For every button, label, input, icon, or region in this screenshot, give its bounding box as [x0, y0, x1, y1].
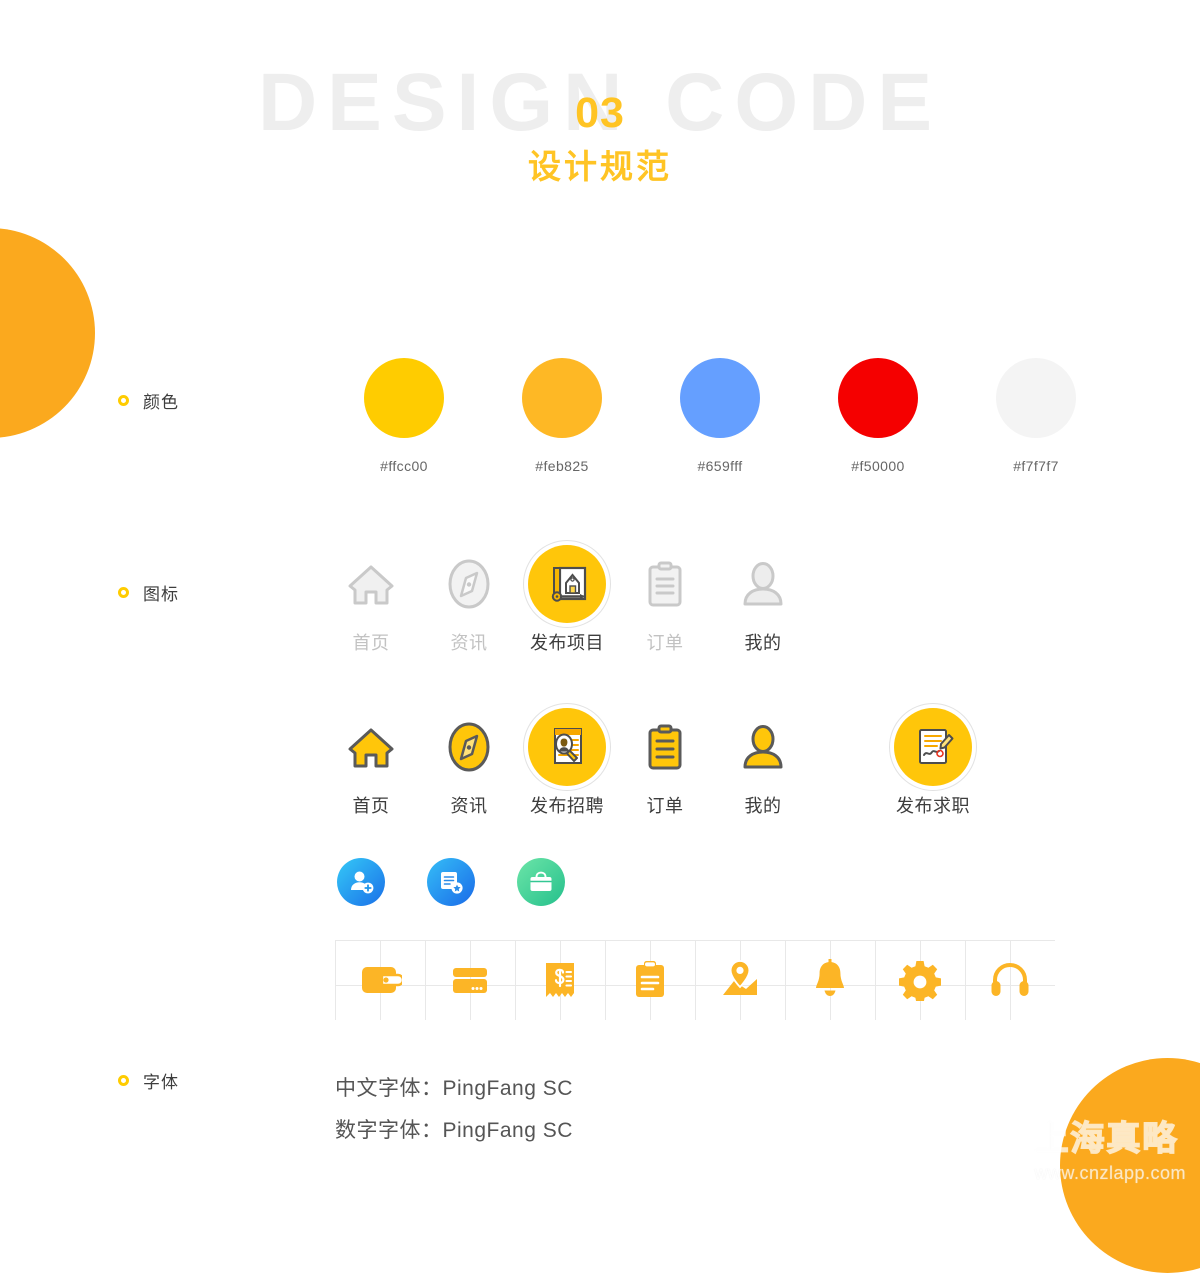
- add-worker-icon[interactable]: [337, 858, 385, 906]
- bullet-ring-icon: [118, 395, 129, 406]
- tab-item-home[interactable]: 首页: [322, 545, 420, 655]
- font-specs: 中文字体：PingFang SC 数字字体：PingFang SC: [335, 1068, 573, 1152]
- color-hex-label: #f7f7f7: [1013, 458, 1059, 474]
- tab-item-orders-yellow[interactable]: 订单: [616, 708, 714, 818]
- briefcase-icon[interactable]: [517, 858, 565, 906]
- active-tab-bubble: [884, 703, 982, 791]
- flat-icon-strip: [335, 940, 1055, 1020]
- receipt-icon[interactable]: [515, 940, 605, 1020]
- section-label-fonts: 字体: [118, 1068, 179, 1093]
- tab-label: 首页: [352, 796, 390, 816]
- color-hex-label: #f50000: [851, 458, 905, 474]
- decorative-circle-left: [0, 228, 95, 438]
- home-icon: [322, 545, 420, 623]
- resume-search-icon: [554, 728, 582, 764]
- bullet-ring-icon: [118, 1075, 129, 1086]
- page-title: 设计规范: [528, 148, 672, 185]
- tab-label: 发布招聘: [530, 796, 604, 816]
- section-label-icons-text: 图标: [143, 585, 179, 604]
- tab-item-publish-resume[interactable]: 发布求职: [884, 703, 982, 818]
- tabbar-preview-yellow: 首页 资讯 发布招聘 订单 我的 发布求职: [322, 703, 982, 818]
- tab-item-orders[interactable]: 订单: [616, 545, 714, 655]
- tab-label: 发布求职: [896, 796, 970, 816]
- tab-item-mine[interactable]: 我的: [714, 545, 812, 655]
- tab-label: 我的: [744, 796, 782, 816]
- color-hex-label: #ffcc00: [380, 458, 428, 474]
- tab-item-news-yellow[interactable]: 资讯: [420, 708, 518, 818]
- tab-label: 首页: [352, 633, 390, 653]
- active-circle: [523, 540, 611, 628]
- compass-icon: [420, 545, 518, 623]
- font-chinese: 中文字体：PingFang SC: [335, 1077, 573, 1100]
- bell-icon[interactable]: [785, 940, 875, 1020]
- font-numeric: 数字字体：PingFang SC: [335, 1119, 573, 1142]
- tab-item-news[interactable]: 资讯: [420, 545, 518, 655]
- decorative-circle-bottom-right: [1060, 1058, 1200, 1273]
- tab-label: 发布项目: [530, 633, 604, 653]
- clipboard-icon: [616, 545, 714, 623]
- person-icon: [714, 545, 812, 623]
- bullet-ring-icon: [118, 587, 129, 598]
- active-circle: [889, 703, 977, 791]
- home-icon: [322, 708, 420, 786]
- color-swatch[interactable]: #659fff: [641, 358, 799, 474]
- tab-label: 资讯: [450, 796, 488, 816]
- section-label-fonts-text: 字体: [143, 1073, 179, 1092]
- document-star-icon[interactable]: [427, 858, 475, 906]
- tab-label: 订单: [646, 796, 684, 816]
- section-label-colors-text: 颜色: [143, 393, 179, 412]
- map-pin-icon[interactable]: [695, 940, 785, 1020]
- tab-label: 我的: [744, 633, 782, 653]
- tab-label: 订单: [646, 633, 684, 653]
- gear-icon[interactable]: [875, 940, 965, 1020]
- color-dot-accent-blue: [680, 358, 760, 438]
- tab-item-publish-project[interactable]: 发布项目: [518, 540, 616, 655]
- active-tab-bubble: [518, 703, 616, 791]
- color-swatch[interactable]: #ffcc00: [325, 358, 483, 474]
- person-icon: [714, 708, 812, 786]
- clipboard-icon: [616, 708, 714, 786]
- color-dot-primary-yellow: [364, 358, 444, 438]
- color-dot-alert-red: [838, 358, 918, 438]
- round-icon-set: [337, 858, 565, 906]
- section-label-colors: 颜色: [118, 388, 179, 413]
- headphones-icon[interactable]: [965, 940, 1055, 1020]
- page-header: DESIGN CODE 03 设计规范: [0, 0, 1200, 210]
- active-tab-bubble: [518, 540, 616, 628]
- tab-item-publish-job[interactable]: 发布招聘: [518, 703, 616, 818]
- blueprint-icon: [551, 566, 587, 602]
- color-palette: #ffcc00 #feb825 #659fff #f50000 #f7f7f7: [325, 358, 1115, 474]
- active-circle: [523, 703, 611, 791]
- signing-icon: [919, 729, 954, 764]
- tab-label: 资讯: [450, 633, 488, 653]
- color-swatch[interactable]: #f7f7f7: [957, 358, 1115, 474]
- clipboard-icon[interactable]: [605, 940, 695, 1020]
- color-hex-label: #659fff: [697, 458, 743, 474]
- tab-item-home-yellow[interactable]: 首页: [322, 708, 420, 818]
- color-dot-background-grey: [996, 358, 1076, 438]
- credit-card-icon[interactable]: [425, 940, 515, 1020]
- watermark-logo-icon: [946, 1117, 1020, 1186]
- color-hex-label: #feb825: [535, 458, 589, 474]
- color-swatch[interactable]: #feb825: [483, 358, 641, 474]
- wallet-icon[interactable]: [335, 940, 425, 1020]
- section-label-icons: 图标: [118, 580, 179, 605]
- tab-item-mine-yellow[interactable]: 我的: [714, 708, 812, 818]
- tabbar-preview-grey: 首页 资讯 发布项目 订单 我的: [322, 540, 812, 655]
- color-dot-secondary-orange: [522, 358, 602, 438]
- section-number: 03: [575, 89, 625, 137]
- compass-icon: [420, 708, 518, 786]
- color-swatch[interactable]: #f50000: [799, 358, 957, 474]
